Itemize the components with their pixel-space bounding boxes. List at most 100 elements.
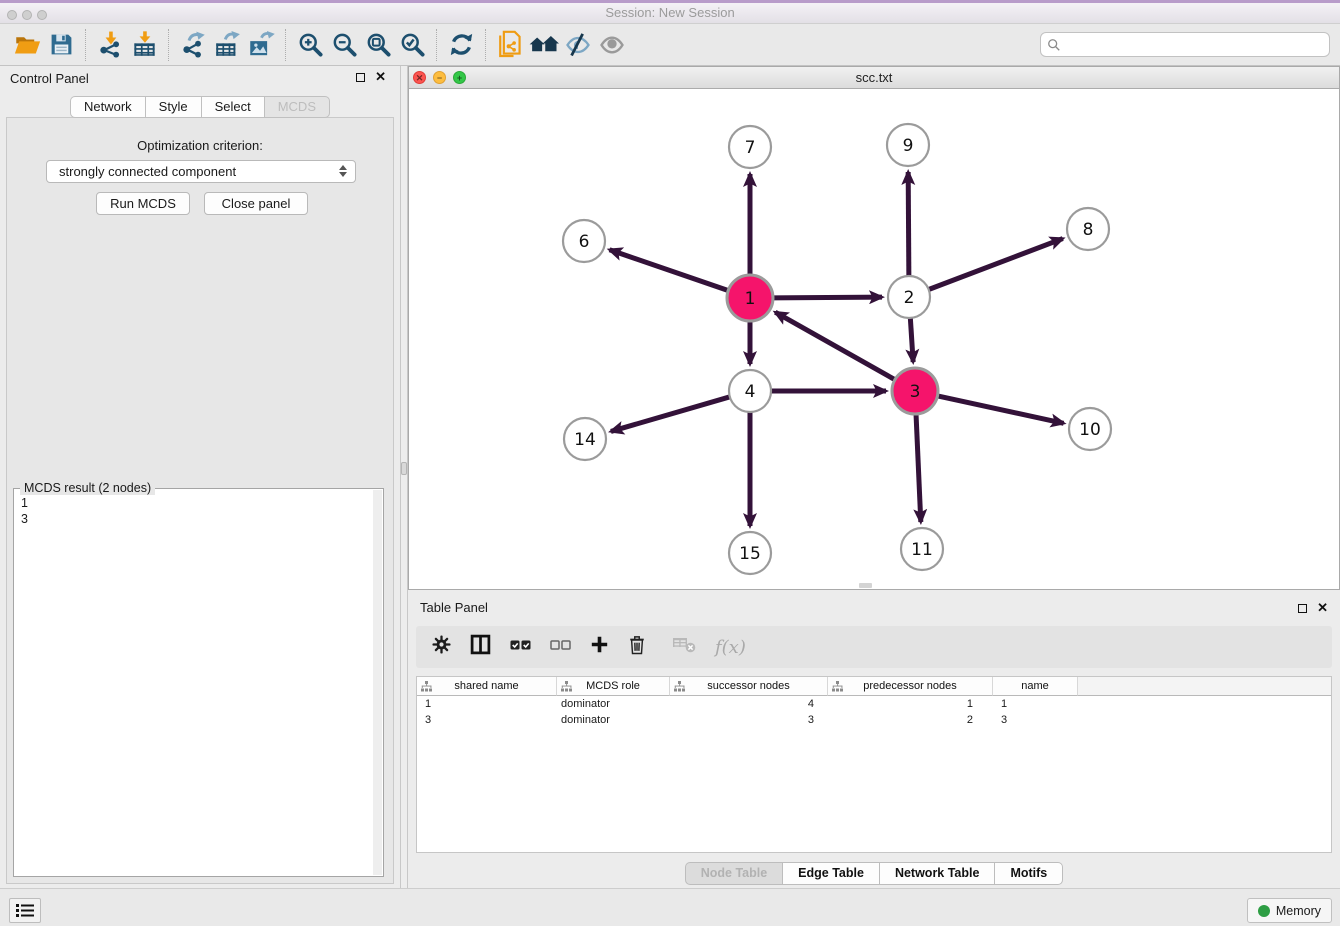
window-zoom-icon[interactable] bbox=[37, 10, 47, 20]
column-header-shared-name[interactable]: shared name bbox=[417, 677, 557, 696]
network-window-titlebar[interactable]: ✕ − + scc.txt bbox=[409, 67, 1339, 89]
table-row[interactable]: 3dominator323 bbox=[417, 712, 1331, 728]
search-input[interactable] bbox=[1061, 37, 1323, 53]
graph-edge-1-6[interactable] bbox=[610, 250, 730, 291]
zoom-in-icon[interactable] bbox=[293, 28, 327, 62]
deselect-all-icon[interactable] bbox=[550, 638, 571, 657]
graph-edge-3-11[interactable] bbox=[916, 413, 921, 522]
criterion-select[interactable]: strongly connected component bbox=[46, 160, 356, 183]
graph-node-label-9: 9 bbox=[903, 136, 914, 156]
close-panel-button[interactable]: Close panel bbox=[204, 192, 308, 215]
columns-icon[interactable] bbox=[470, 634, 491, 660]
tab-node-table[interactable]: Node Table bbox=[685, 862, 782, 885]
cell-MCDS-role[interactable]: dominator bbox=[557, 696, 670, 712]
graph-edge-1-2[interactable] bbox=[772, 297, 882, 298]
graph-node-label-11: 11 bbox=[911, 540, 933, 560]
import-table-icon[interactable] bbox=[127, 28, 161, 62]
network-graph[interactable]: 7968124314101511 bbox=[409, 89, 1339, 589]
main-toolbar bbox=[0, 24, 1340, 66]
save-icon[interactable] bbox=[44, 28, 78, 62]
export-table-icon[interactable] bbox=[210, 28, 244, 62]
zoom-out-icon[interactable] bbox=[327, 28, 361, 62]
cell-shared-name[interactable]: 1 bbox=[417, 696, 557, 712]
network-resize-grip[interactable] bbox=[859, 583, 872, 588]
function-builder-icon-disabled: f(x) bbox=[715, 637, 746, 658]
eye-slash-icon[interactable] bbox=[561, 28, 595, 62]
criterion-value: strongly connected component bbox=[59, 164, 236, 179]
table-row[interactable]: 1dominator411 bbox=[417, 696, 1331, 712]
window-close-icon[interactable] bbox=[7, 10, 17, 20]
cell-predecessor-nodes[interactable]: 2 bbox=[828, 712, 993, 728]
gear-icon[interactable] bbox=[432, 635, 451, 659]
add-icon[interactable] bbox=[590, 635, 609, 659]
table-panel: Table Panel ✕ f(x) shared nameMCDS roles… bbox=[408, 596, 1340, 888]
graph-edge-2-9[interactable] bbox=[908, 172, 909, 277]
app-titlebar: Session: New Session bbox=[0, 0, 1340, 24]
delete-icon[interactable] bbox=[628, 634, 646, 660]
mcds-result-text[interactable]: 1 3 bbox=[21, 495, 383, 527]
optimization-criterion-label: Optimization criterion: bbox=[7, 138, 393, 153]
table-toolbar: f(x) bbox=[416, 626, 1332, 668]
table-panel-title: Table Panel bbox=[420, 600, 488, 615]
task-list-button[interactable] bbox=[9, 898, 41, 923]
result-scrollbar[interactable] bbox=[373, 490, 382, 875]
tab-mcds[interactable]: MCDS bbox=[264, 96, 330, 118]
cell-name[interactable]: 1 bbox=[993, 696, 1078, 712]
export-network-icon[interactable] bbox=[176, 28, 210, 62]
close-table-panel-icon[interactable]: ✕ bbox=[1317, 602, 1328, 614]
toolbar-separator bbox=[285, 29, 286, 61]
graph-node-label-8: 8 bbox=[1083, 220, 1094, 240]
column-header-predecessor-nodes[interactable]: predecessor nodes bbox=[828, 677, 993, 696]
graph-edge-4-14[interactable] bbox=[611, 397, 731, 432]
refresh-icon[interactable] bbox=[444, 28, 478, 62]
splitter-grip[interactable] bbox=[401, 462, 407, 475]
close-panel-icon[interactable]: ✕ bbox=[375, 71, 386, 83]
network-canvas[interactable]: 7968124314101511 bbox=[409, 89, 1339, 589]
zoom-selected-icon[interactable] bbox=[395, 28, 429, 62]
float-panel-icon[interactable] bbox=[356, 73, 365, 82]
graph-edge-3-1[interactable] bbox=[775, 312, 896, 380]
zoom-fit-icon[interactable] bbox=[361, 28, 395, 62]
network-close-icon[interactable]: ✕ bbox=[413, 71, 426, 84]
list-icon bbox=[16, 903, 34, 918]
graph-node-label-2: 2 bbox=[904, 288, 915, 308]
control-panel-header: Control Panel ✕ bbox=[0, 66, 400, 92]
network-view-window: ✕ − + scc.txt 7968124314101511 bbox=[408, 66, 1340, 590]
cell-successor-nodes[interactable]: 3 bbox=[670, 712, 828, 728]
tab-select[interactable]: Select bbox=[201, 96, 264, 118]
cell-shared-name[interactable]: 3 bbox=[417, 712, 557, 728]
open-folder-icon[interactable] bbox=[10, 28, 44, 62]
memory-button[interactable]: Memory bbox=[1247, 898, 1332, 923]
column-header-successor-nodes[interactable]: successor nodes bbox=[670, 677, 828, 696]
float-table-panel-icon[interactable] bbox=[1298, 604, 1307, 613]
select-all-icon[interactable] bbox=[510, 638, 531, 657]
graph-edge-3-10[interactable] bbox=[936, 396, 1063, 424]
graph-edge-2-3[interactable] bbox=[910, 317, 913, 362]
homes-icon[interactable] bbox=[527, 28, 561, 62]
network-maximize-icon[interactable]: + bbox=[453, 71, 466, 84]
tab-style[interactable]: Style bbox=[145, 96, 201, 118]
network-minimize-icon[interactable]: − bbox=[433, 71, 446, 84]
tab-network-table[interactable]: Network Table bbox=[879, 862, 995, 885]
cell-predecessor-nodes[interactable]: 1 bbox=[828, 696, 993, 712]
node-table[interactable]: shared nameMCDS rolesuccessor nodesprede… bbox=[416, 676, 1332, 853]
column-header-name[interactable]: name bbox=[993, 677, 1078, 696]
search-field[interactable] bbox=[1040, 32, 1330, 57]
document-network-icon[interactable] bbox=[493, 28, 527, 62]
graph-node-label-15: 15 bbox=[739, 544, 761, 564]
cell-MCDS-role[interactable]: dominator bbox=[557, 712, 670, 728]
run-mcds-button[interactable]: Run MCDS bbox=[96, 192, 190, 215]
graph-edge-2-8[interactable] bbox=[928, 239, 1063, 290]
cell-name[interactable]: 3 bbox=[993, 712, 1078, 728]
tab-edge-table[interactable]: Edge Table bbox=[782, 862, 879, 885]
tab-network[interactable]: Network bbox=[70, 96, 145, 118]
vertical-splitter[interactable] bbox=[400, 66, 408, 888]
import-network-icon[interactable] bbox=[93, 28, 127, 62]
cell-successor-nodes[interactable]: 4 bbox=[670, 696, 828, 712]
window-minimize-icon[interactable] bbox=[22, 10, 32, 20]
tab-motifs[interactable]: Motifs bbox=[994, 862, 1063, 885]
table-body: 1dominator4113dominator323 bbox=[417, 696, 1331, 728]
column-header-MCDS-role[interactable]: MCDS role bbox=[557, 677, 670, 696]
eye-icon[interactable] bbox=[595, 28, 629, 62]
export-image-icon[interactable] bbox=[244, 28, 278, 62]
